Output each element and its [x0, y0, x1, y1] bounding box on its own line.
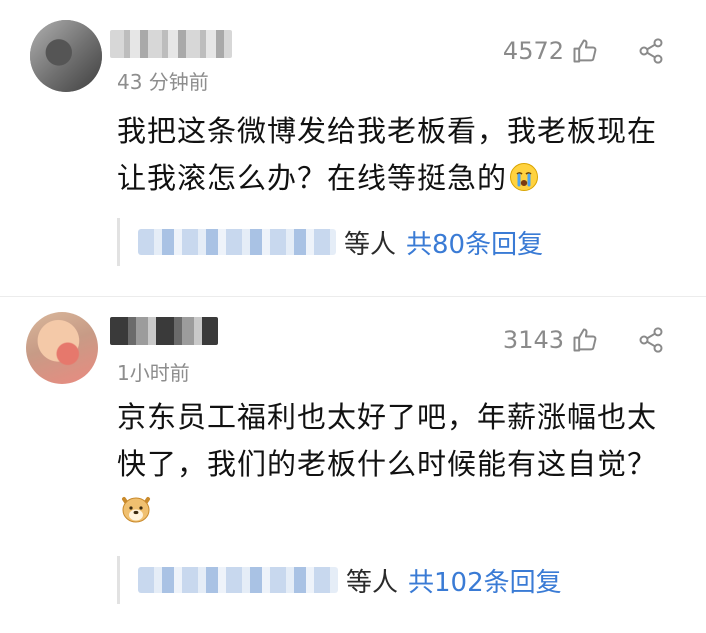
reply-total-link[interactable]: 共102条回复	[408, 562, 562, 599]
comment-time: 1小时前	[117, 361, 190, 385]
share-icon[interactable]	[636, 36, 666, 66]
comment-actions: 3143	[503, 325, 666, 355]
comment-time: 43 分钟前	[117, 70, 209, 94]
reply-summary[interactable]: 等人 共80条回复	[117, 218, 543, 266]
thumbs-up-icon[interactable]	[570, 325, 600, 355]
username-blurred[interactable]	[110, 317, 218, 345]
like-count: 4572	[502, 37, 564, 65]
comment-body: 京东员工福利也太好了吧，年薪涨幅也太快了，我们的老板什么时候能有这自觉？	[117, 400, 658, 481]
reply-total-link[interactable]: 共80条回复	[406, 224, 543, 261]
reply-summary[interactable]: 等人 共102条回复	[117, 556, 562, 604]
comment-text: 京东员工福利也太好了吧，年薪涨幅也太快了，我们的老板什么时候能有这自觉？	[117, 394, 677, 539]
doge-emoji	[119, 492, 153, 539]
username-blurred[interactable]	[110, 30, 232, 58]
reply-suffix: 等人	[344, 229, 397, 260]
comment-body: 我把这条微博发给我老板看，我老板现在让我滚怎么办？在线等挺急的	[117, 114, 658, 195]
crying-face-emoji	[509, 159, 539, 206]
comment-item: 1小时前 3143 京东员工福利也太好了吧，年薪涨幅也太快了，我们的老板什么时候…	[0, 297, 706, 633]
reply-users-blurred	[138, 229, 336, 255]
avatar[interactable]	[26, 312, 98, 384]
avatar[interactable]	[30, 20, 102, 92]
like-count: 3143	[502, 326, 564, 354]
share-icon[interactable]	[636, 325, 666, 355]
reply-suffix: 等人	[346, 567, 399, 598]
thumbs-up-icon[interactable]	[570, 36, 600, 66]
comment-item: 43 分钟前 4572 我把这条微博发给我老板看，我老板现在让我滚怎么办？在线等…	[0, 0, 706, 297]
comment-actions: 4572	[503, 36, 666, 66]
comment-text: 我把这条微博发给我老板看，我老板现在让我滚怎么办？在线等挺急的	[117, 108, 677, 206]
reply-users-blurred	[138, 567, 338, 593]
